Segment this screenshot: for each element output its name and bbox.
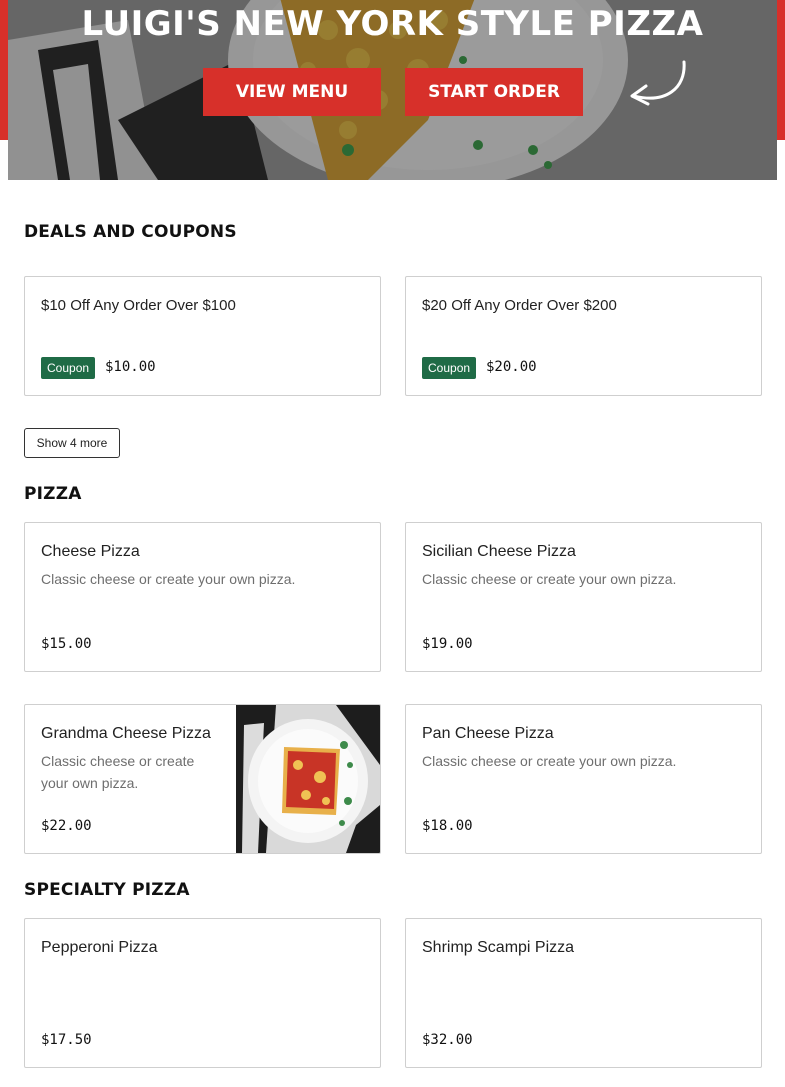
coupon-badge: Coupon (422, 357, 477, 379)
item-description: Classic cheese or create your own pizza. (422, 753, 677, 769)
restaurant-title: LUIGI'S NEW YORK STYLE PIZZA (81, 4, 704, 44)
item-price: $32.00 (422, 1032, 473, 1048)
coupon-name: $10 Off Any Order Over $100 (41, 297, 236, 314)
item-price: $18.00 (422, 818, 473, 834)
pizza-section-title: PIZZA (24, 484, 82, 504)
hero-banner: LUIGI'S NEW YORK STYLE PIZZA VIEW MENU S… (8, 0, 777, 180)
menu-item-card[interactable]: Pepperoni Pizza $17.50 (24, 918, 381, 1068)
start-order-button[interactable]: START ORDER (405, 68, 583, 116)
grandma-pizza-photo (236, 705, 380, 853)
menu-item-card[interactable]: Sicilian Cheese Pizza Classic cheese or … (405, 522, 762, 672)
item-description: Classic cheese or create your own pizza. (422, 571, 677, 587)
menu-item-card[interactable]: Cheese Pizza Classic cheese or create yo… (24, 522, 381, 672)
menu-item-card[interactable]: Pan Cheese Pizza Classic cheese or creat… (405, 704, 762, 854)
curved-arrow-icon (630, 60, 686, 106)
hero-accent-left (0, 0, 8, 140)
item-name: Pepperoni Pizza (41, 939, 158, 956)
deals-section-title: DEALS AND COUPONS (24, 222, 237, 242)
view-menu-button[interactable]: VIEW MENU (203, 68, 381, 116)
item-name: Shrimp Scampi Pizza (422, 939, 575, 956)
specialty-section-title: SPECIALTY PIZZA (24, 880, 190, 900)
coupon-card[interactable]: $20 Off Any Order Over $200 Coupon $20.0… (405, 276, 762, 396)
menu-item-card[interactable]: Shrimp Scampi Pizza $32.00 (405, 918, 762, 1068)
coupon-name: $20 Off Any Order Over $200 (422, 297, 617, 314)
show-more-button[interactable]: Show 4 more (24, 428, 120, 458)
coupon-card[interactable]: $10 Off Any Order Over $100 Coupon $10.0… (24, 276, 381, 396)
item-name: Sicilian Cheese Pizza (422, 543, 576, 560)
item-price: $15.00 (41, 636, 92, 652)
item-price: $22.00 (41, 818, 92, 834)
item-name: Grandma Cheese Pizza (41, 725, 211, 742)
item-description-line: your own pizza. (41, 775, 139, 791)
coupon-badge: Coupon (41, 357, 96, 379)
hero-accent-right (777, 0, 785, 140)
item-description-line: Classic cheese or create (41, 753, 195, 769)
coupon-price: $10.00 (105, 359, 156, 375)
item-description: Classic cheese or create your own pizza. (41, 571, 296, 587)
menu-item-card[interactable]: Grandma Cheese Pizza Classic cheese or c… (24, 704, 381, 854)
item-name: Cheese Pizza (41, 543, 140, 560)
item-price: $19.00 (422, 636, 473, 652)
item-price: $17.50 (41, 1032, 92, 1048)
item-name: Pan Cheese Pizza (422, 725, 554, 742)
coupon-price: $20.00 (486, 359, 537, 375)
